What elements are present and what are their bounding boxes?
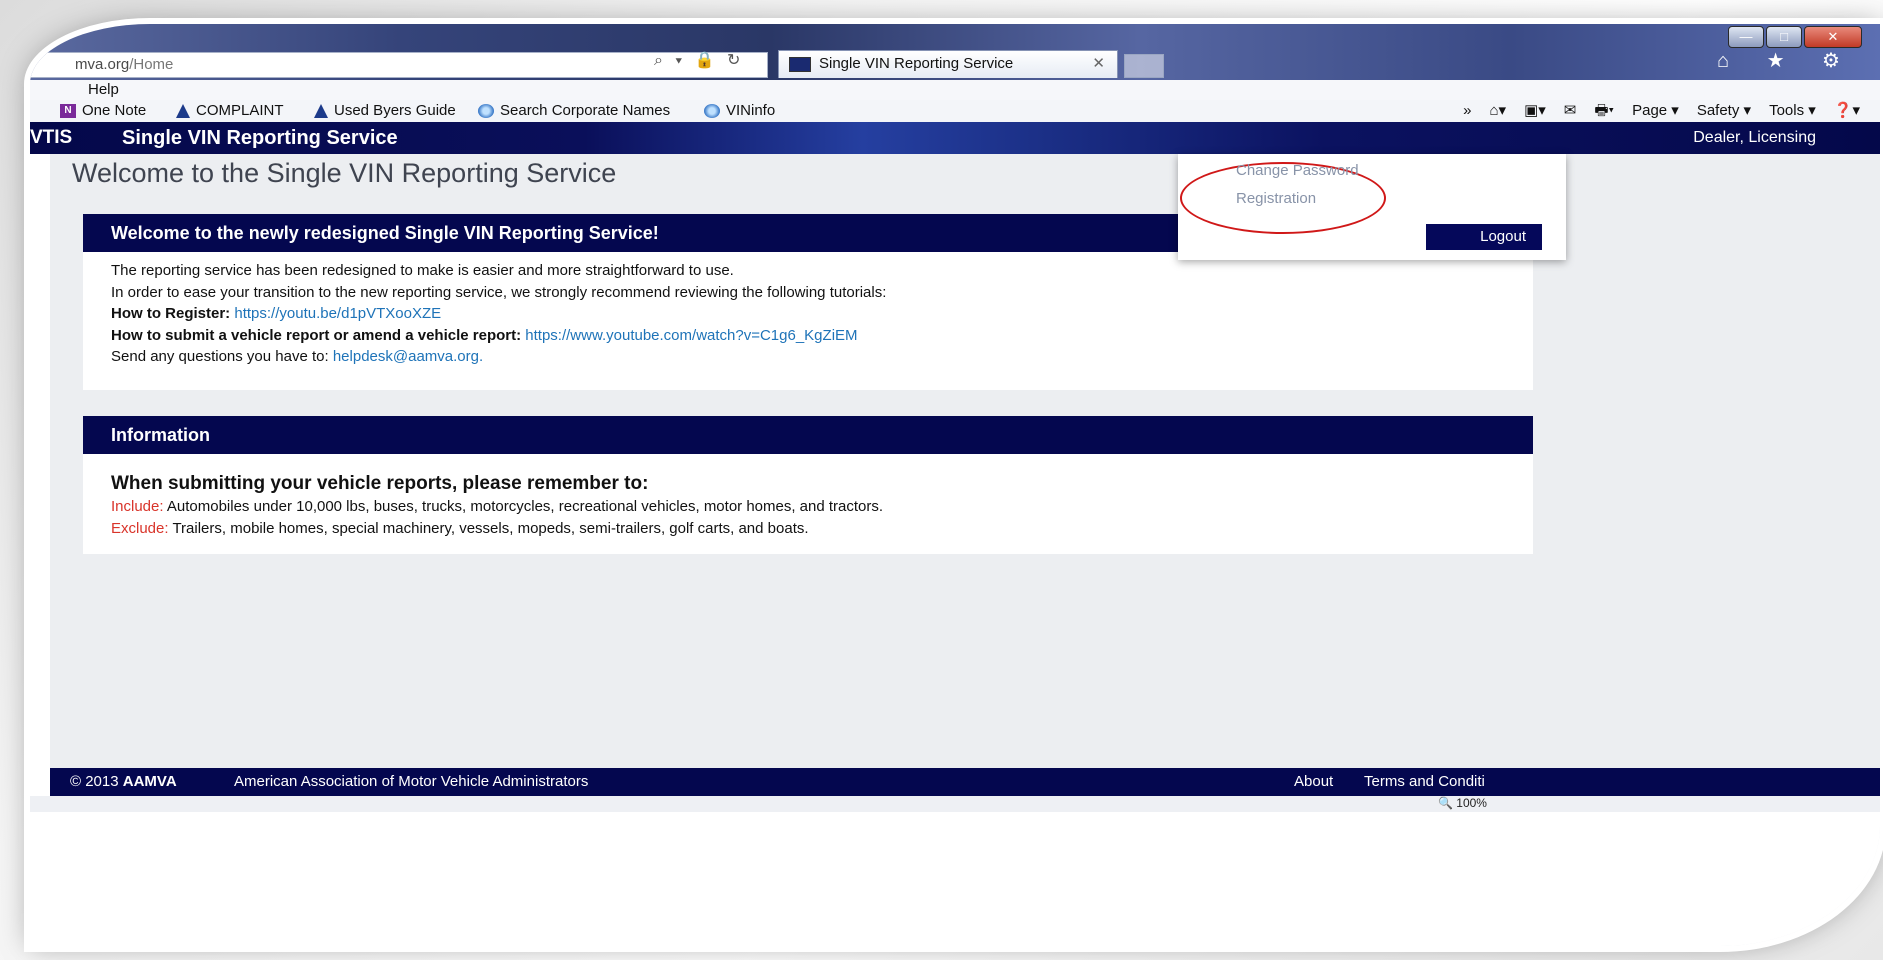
page-menu[interactable]: Page ▾ (1632, 100, 1679, 122)
information-panel-body: When submitting your vehicle reports, pl… (83, 454, 1533, 547)
favorites-bar: N One Note COMPLAINT Used Byers Guide Se… (30, 100, 1880, 122)
submit-tutorial-line: How to submit a vehicle report or amend … (111, 325, 1505, 347)
address-domain: mva.org (75, 56, 130, 73)
browser-tab[interactable]: Single VIN Reporting Service ✕ (778, 50, 1118, 78)
help-menu-icon[interactable]: ❓▾ (1834, 100, 1860, 122)
about-link[interactable]: About (1294, 768, 1333, 796)
maximize-button[interactable]: □ (1766, 26, 1802, 48)
exclude-label: Exclude: (111, 519, 169, 537)
favorite-label: COMPLAINT (196, 102, 284, 119)
favorite-label: Used Byers Guide (334, 102, 456, 119)
browser-statusbar: 🔍 100% (30, 796, 1880, 812)
submit-tutorial-link[interactable]: https://www.youtube.com/watch?v=C1g6_KgZ… (525, 327, 857, 344)
favorite-used-byers-guide[interactable]: Used Byers Guide (314, 100, 456, 122)
register-tutorial-link[interactable]: https://youtu.be/d1pVTXooXZE (234, 305, 441, 322)
user-dropdown-menu: Change Password Registration Logout (1178, 154, 1566, 260)
site-title[interactable]: Single VIN Reporting Service (122, 122, 398, 154)
brand-logo[interactable]: VTIS (30, 122, 72, 154)
address-path: /Home (129, 56, 174, 73)
safety-menu[interactable]: Safety ▾ (1697, 100, 1751, 122)
copyright: © 2013 AAMVA (70, 768, 177, 796)
menu-bar: Help (30, 80, 1880, 100)
minimize-button[interactable]: — (1728, 26, 1764, 48)
favorite-label: VINinfo (726, 102, 776, 119)
favorite-label: One Note (82, 102, 147, 119)
welcome-panel-body: The reporting service has been redesigne… (83, 252, 1533, 376)
welcome-line-2: In order to ease your transition to the … (111, 283, 887, 301)
bell-icon (176, 104, 190, 118)
questions-text: Send any questions you have to: (111, 348, 329, 365)
exclude-line: Exclude: Trailers, mobile homes, special… (111, 518, 1505, 540)
ie-icon (704, 104, 720, 118)
address-row: mva.org/Home ⌕ ▾ 🔒 ↻ Single VIN Reportin… (30, 48, 1880, 80)
favorite-label: Search Corporate Names (500, 102, 671, 119)
bell-icon (314, 104, 328, 118)
favorite-search-corporate-names[interactable]: Search Corporate Names (478, 100, 670, 122)
copyright-org: AAMVA (122, 773, 177, 790)
site-footer: © 2013 AAMVA American Association of Mot… (50, 768, 1880, 796)
menu-help[interactable]: Help (88, 81, 119, 98)
tab-title: Single VIN Reporting Service (819, 55, 1014, 72)
site-header: VTIS Single VIN Reporting Service Dealer… (30, 122, 1880, 154)
user-menu-toggle[interactable]: Dealer, Licensing (1693, 122, 1816, 154)
favorite-onenote[interactable]: N One Note (60, 100, 146, 122)
mail-icon[interactable]: ✉ (1564, 100, 1577, 122)
main-content: Welcome to the Single VIN Reporting Serv… (50, 154, 1850, 766)
onenote-icon: N (60, 104, 76, 118)
information-panel-heading: Information (83, 416, 1533, 454)
window-controls: — □ ✕ (1728, 26, 1862, 48)
include-text: Automobiles under 10,000 lbs, buses, tru… (166, 498, 884, 515)
registration-link[interactable]: Registration (1236, 190, 1316, 207)
new-tab-button[interactable] (1124, 54, 1164, 78)
more-favorites-chevron-icon[interactable]: » (1463, 100, 1471, 122)
include-line: Include: Automobiles under 10,000 lbs, b… (111, 496, 1505, 518)
page-bottom-margin (30, 812, 1880, 946)
register-tutorial-line: How to Register: https://youtu.be/d1pVTX… (111, 303, 1505, 325)
information-subheading: When submitting your vehicle reports, pl… (111, 473, 649, 494)
organization-name: American Association of Motor Vehicle Ad… (234, 773, 589, 790)
logout-button[interactable]: Logout (1426, 224, 1542, 250)
include-label: Include: (111, 498, 164, 515)
command-bar: » ⌂▾ ▣▾ ✉ 🖶▾ Page ▾ Safety ▾ Tools ▾ ❓▾ (1463, 100, 1860, 122)
zoom-level[interactable]: 🔍 100% (1438, 796, 1487, 810)
tab-close-icon[interactable]: ✕ (1092, 51, 1105, 77)
submit-tutorial-label: How to submit a vehicle report or amend … (111, 326, 522, 344)
change-password-link[interactable]: Change Password (1236, 162, 1359, 179)
print-icon[interactable]: 🖶▾ (1594, 100, 1614, 122)
welcome-line-1: The reporting service has been redesigne… (111, 262, 734, 279)
browser-window: — □ ✕ ⌂ ★ ⚙ mva.org/Home ⌕ ▾ 🔒 ↻ Single … (30, 24, 1880, 946)
favorite-vininfo[interactable]: VINinfo (704, 100, 775, 122)
information-panel: Information When submitting your vehicle… (83, 416, 1533, 554)
ie-icon (478, 104, 494, 118)
tools-menu[interactable]: Tools ▾ (1769, 100, 1816, 122)
close-button[interactable]: ✕ (1804, 26, 1862, 48)
feeds-icon[interactable]: ▣▾ (1524, 100, 1546, 122)
home-toolbar-icon[interactable]: ⌂▾ (1490, 100, 1507, 122)
exclude-text: Trailers, mobile homes, special machiner… (172, 519, 809, 537)
site-favicon-icon (789, 57, 811, 72)
search-lock-refresh-icons[interactable]: ⌕ ▾ 🔒 ↻ (654, 50, 744, 70)
questions-line: Send any questions you have to: helpdesk… (111, 346, 1505, 368)
copyright-prefix: © 2013 (70, 773, 119, 790)
page-title: Welcome to the Single VIN Reporting Serv… (72, 158, 617, 188)
page-left-margin (30, 154, 50, 796)
register-tutorial-label: How to Register: (111, 305, 231, 322)
helpdesk-email-link[interactable]: helpdesk@aamva.org. (333, 348, 483, 365)
favorite-complaint[interactable]: COMPLAINT (176, 100, 284, 122)
terms-link[interactable]: Terms and Conditi (1364, 768, 1485, 796)
